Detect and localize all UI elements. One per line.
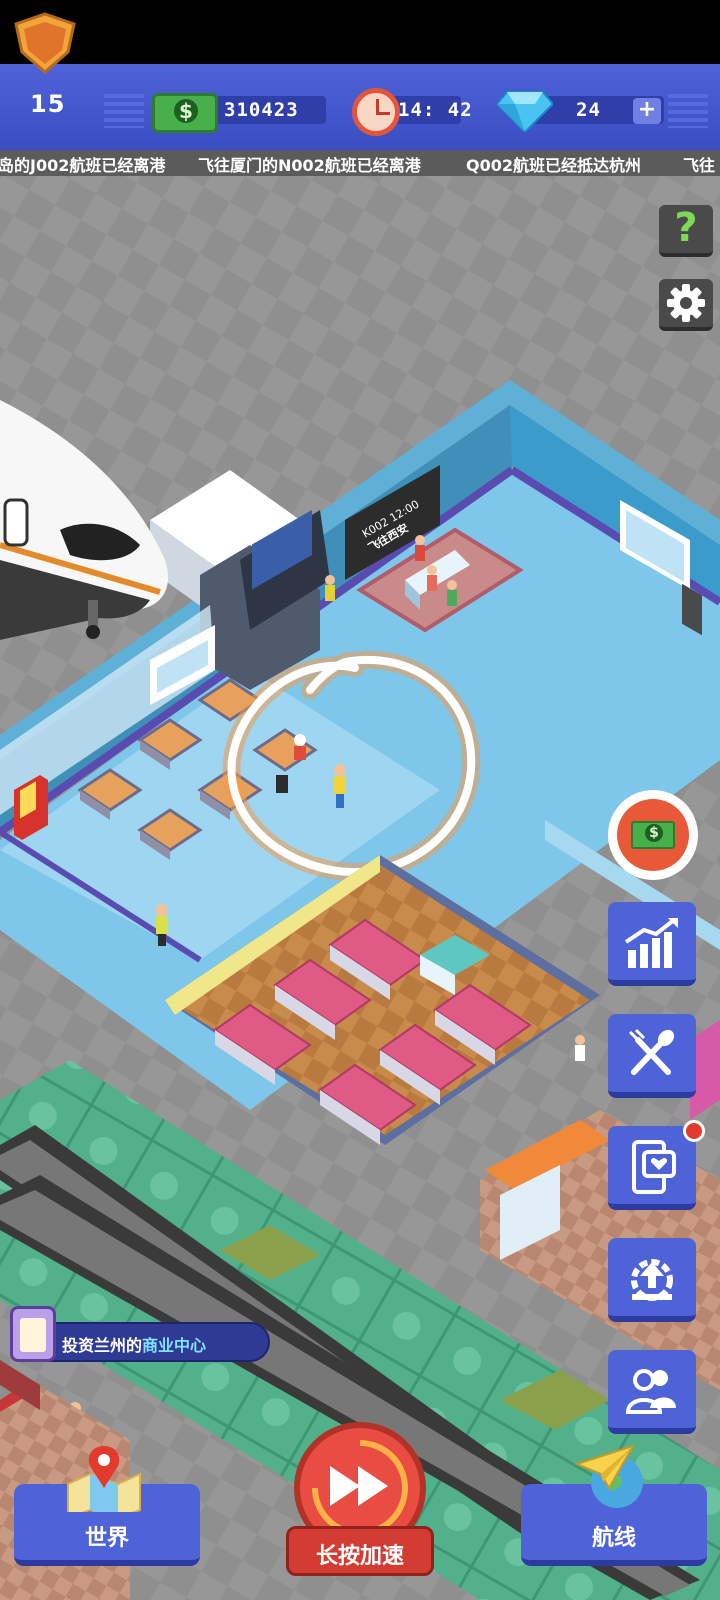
cash-icon: $: [631, 821, 675, 849]
notification-dot: [683, 1120, 705, 1142]
fork-spoon-icon: [628, 1028, 675, 1075]
ticker-item: 岛的J002航班已经离港: [0, 156, 166, 175]
collect-cash-button[interactable]: $: [608, 790, 698, 880]
speed-label: 长按加速: [315, 1544, 404, 1569]
phone-heart-icon: [632, 1140, 676, 1194]
diamond-icon: [497, 91, 553, 132]
routes-button[interactable]: 航线: [521, 1444, 707, 1566]
routes-label: 航线: [591, 1526, 636, 1551]
fast-forward-icon: [330, 1466, 388, 1506]
time-value: 14: 42: [398, 99, 473, 121]
quest-text: 投资兰州的商业中心: [62, 1332, 206, 1356]
quest-prefix: 投资兰州的: [62, 1336, 143, 1355]
money-icon: $: [152, 93, 218, 133]
news-ticker: 岛的J002航班已经离港 飞往厦门的N002航班已经离港 Q002航班已经抵达杭…: [0, 150, 720, 176]
people-icon: [625, 1369, 676, 1414]
world-label: 世界: [84, 1526, 129, 1551]
help-button[interactable]: ?: [659, 205, 713, 257]
clipboard-icon[interactable]: [10, 1306, 56, 1362]
clock-icon: [352, 88, 400, 136]
add-gems-button[interactable]: +: [633, 98, 661, 124]
gear-upgrade-icon: [631, 1259, 673, 1301]
ticker-item: 飞往: [683, 156, 716, 175]
money-value: 310423: [224, 99, 299, 121]
upgrade-button[interactable]: [608, 1238, 696, 1322]
bar-chart-icon: [624, 918, 678, 968]
level-value: 15: [30, 90, 66, 118]
level-badge-icon[interactable]: [12, 12, 78, 74]
hud-decoration: [104, 94, 144, 128]
map-pin-icon: [67, 1446, 141, 1512]
world-button[interactable]: 世界: [14, 1446, 200, 1566]
food-button[interactable]: [608, 1014, 696, 1098]
quest-banner[interactable]: 投资兰州的商业中心: [46, 1322, 270, 1362]
gem-value: 24: [576, 99, 601, 121]
quest-highlight: 商业中心: [142, 1336, 207, 1355]
ticker-item: 飞往厦门的N002航班已经离港: [198, 156, 421, 175]
staff-button[interactable]: [608, 1350, 696, 1434]
status-bar: [0, 0, 720, 64]
gear-icon: [667, 284, 705, 322]
settings-button[interactable]: [659, 279, 713, 331]
ticker-item: Q002航班已经抵达杭州: [466, 156, 642, 175]
hud-decoration-right: [668, 94, 708, 128]
feedback-button[interactable]: [608, 1126, 696, 1210]
stats-button[interactable]: [608, 902, 696, 986]
speed-label-box[interactable]: 长按加速: [286, 1526, 434, 1576]
paper-plane-globe-icon: [574, 1444, 643, 1508]
